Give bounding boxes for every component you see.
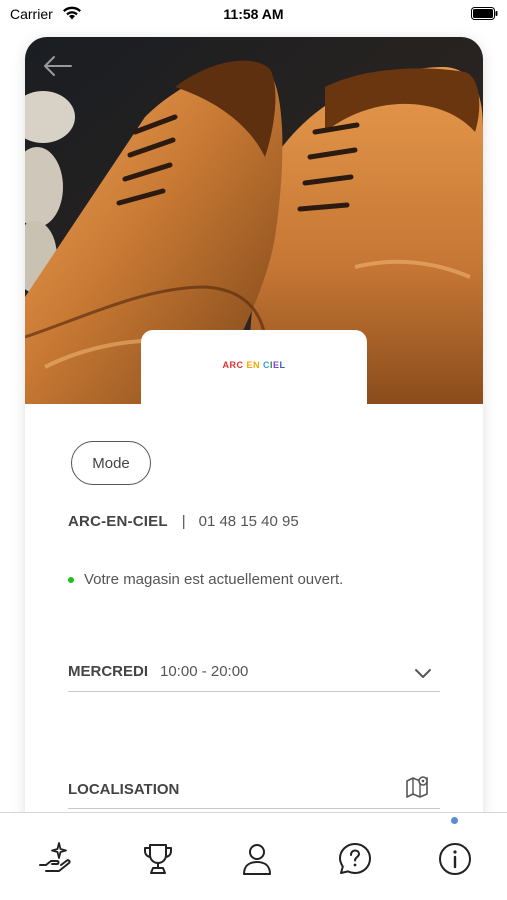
tab-rewards[interactable] xyxy=(138,839,178,879)
store-logo: ARC EN CIEL xyxy=(141,360,367,370)
trophy-icon xyxy=(144,844,172,874)
store-card: ARC EN CIEL Mode ARC-EN-CIEL | 01 48 15 … xyxy=(25,37,483,837)
clock: 11:58 AM xyxy=(223,6,284,22)
open-status-dot xyxy=(68,576,74,583)
chevron-down-icon[interactable] xyxy=(414,667,432,679)
tab-help[interactable] xyxy=(335,839,375,879)
tab-bar xyxy=(0,812,507,900)
battery-icon xyxy=(471,7,498,20)
tab-profile[interactable] xyxy=(237,839,277,879)
open-status-text: Votre magasin est actuellement ouvert. xyxy=(84,571,344,588)
info-icon xyxy=(439,843,471,875)
help-icon xyxy=(339,843,371,874)
store-phone[interactable]: 01 48 15 40 95 xyxy=(199,513,299,530)
active-tab-indicator xyxy=(451,817,458,824)
store-info-line: ARC-EN-CIEL | 01 48 15 40 95 xyxy=(68,513,299,530)
separator: | xyxy=(181,513,186,530)
location-title: LOCALISATION xyxy=(68,781,180,798)
category-chip[interactable]: Mode xyxy=(71,441,151,485)
hours-time: 10:00 - 20:00 xyxy=(160,663,249,680)
logo-letter: L xyxy=(279,360,286,370)
map-icon[interactable] xyxy=(404,773,432,801)
tab-offers[interactable] xyxy=(35,839,75,879)
sparkle-hand-icon xyxy=(39,842,71,872)
hours-day: MERCREDI xyxy=(68,663,149,680)
status-bar: Carrier 11:58 AM xyxy=(0,0,507,30)
user-icon xyxy=(243,844,271,875)
back-arrow-icon[interactable] xyxy=(41,53,75,79)
location-section: LOCALISATION xyxy=(68,776,440,809)
opening-hours-dropdown[interactable]: MERCREDI 10:00 - 20:00 xyxy=(68,662,440,692)
store-name: ARC-EN-CIEL xyxy=(68,513,168,530)
tab-info[interactable] xyxy=(435,839,475,879)
logo-letter: C xyxy=(263,360,270,370)
logo-letter: N xyxy=(252,360,260,370)
store-logo-panel: ARC EN CIEL xyxy=(141,330,367,410)
open-status: Votre magasin est actuellement ouvert. xyxy=(68,571,343,588)
